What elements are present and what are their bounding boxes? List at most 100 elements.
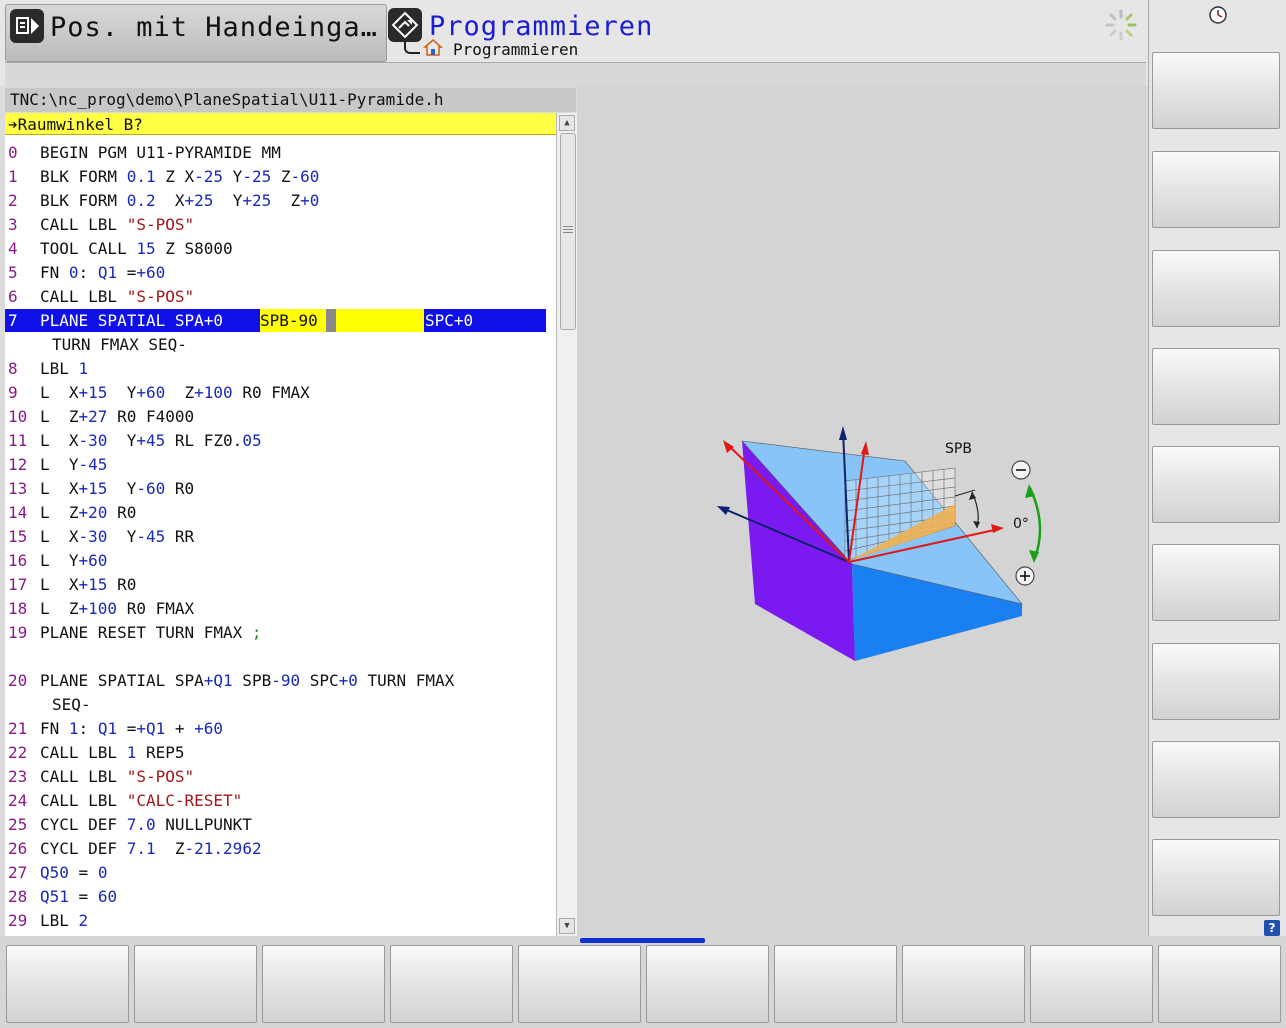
line-number: 6 [8, 287, 18, 306]
line-number: 7 [8, 311, 18, 330]
program-path: TNC:\nc_prog\demo\PlaneSpatial\U11-Pyram… [5, 88, 576, 112]
softkey-3[interactable] [262, 945, 385, 1023]
scroll-up-arrow-icon[interactable]: ▲ [559, 115, 575, 131]
program-line[interactable]: 26 CYCL DEF 7.1 Z-21.2962 [5, 837, 556, 861]
editor-scrollbar[interactable]: ▲ ▼ [556, 113, 577, 936]
softkey-10[interactable] [1158, 945, 1281, 1023]
help-icon[interactable]: ? [1264, 920, 1280, 936]
program-line[interactable]: 25 CYCL DEF 7.0 NULLPUNKT [5, 813, 556, 837]
line-number: 16 [8, 551, 28, 570]
program-line-continuation[interactable]: TURN FMAX SEQ- [5, 333, 556, 357]
line-code: PLANE RESET TURN FMAX ; [40, 623, 262, 642]
program-line[interactable]: 12 L Y-45 [5, 453, 556, 477]
line-code: CALL LBL "S-POS" [40, 215, 195, 234]
program-line[interactable]: 22 CALL LBL 1 REP5 [5, 741, 556, 765]
line-code: L X-30 Y+45 RL FZ0.05 [40, 431, 262, 450]
zoom-minus-button[interactable] [1011, 460, 1031, 480]
vertical-softkey-2[interactable] [1152, 151, 1280, 228]
line-number: 23 [8, 767, 28, 786]
header: Pos. mit Handeinga… Programmieren Progra… [0, 0, 1148, 87]
program-line[interactable]: 17 L X+15 R0 [5, 573, 556, 597]
program-line[interactable]: 3 CALL LBL "S-POS" [5, 213, 556, 237]
vertical-softkey-9[interactable] [1152, 839, 1280, 916]
program-line[interactable]: 28 Q51 = 60 [5, 885, 556, 909]
program-line[interactable]: 0 BEGIN PGM U11-PYRAMIDE MM [5, 141, 556, 165]
line-number: 21 [8, 719, 28, 738]
breadcrumb-programming[interactable]: Programmieren [453, 40, 578, 59]
line-code: CALL LBL "CALC-RESET" [40, 791, 243, 810]
softkey-6[interactable] [646, 945, 769, 1023]
program-line[interactable]: 1 BLK FORM 0.1 Z X-25 Y-25 Z-60 [5, 165, 556, 189]
vertical-softkey-bar: ? [1148, 0, 1286, 940]
rotation-arrow [1028, 487, 1042, 559]
softkey-4[interactable] [390, 945, 513, 1023]
program-line[interactable]: 27 Q50 = 0 [5, 861, 556, 885]
vertical-softkey-4[interactable] [1152, 348, 1280, 425]
program-line[interactable]: 29 LBL 2 [5, 909, 556, 933]
program-line[interactable]: 20 PLANE SPATIAL SPA+Q1 SPB-90 SPC+0 TURN… [5, 669, 556, 693]
program-line[interactable]: SEQ- [5, 693, 556, 717]
program-line[interactable]: 16 L Y+60 [5, 549, 556, 573]
line-code: L X-30 Y-45 RR [40, 527, 195, 546]
program-line[interactable]: 6 CALL LBL "S-POS" [5, 285, 556, 309]
softkey-7[interactable] [774, 945, 897, 1023]
plane-spatial-graphic: SPB 0° [577, 86, 1147, 936]
softkey-2[interactable] [134, 945, 257, 1023]
line-code: BLK FORM 0.1 Z X-25 Y-25 Z-60 [40, 167, 320, 186]
program-editor[interactable]: ➔Raumwinkel B? 0 BEGIN PGM U11-PYRAMIDE M… [5, 113, 556, 936]
line-code: PLANE SPATIAL SPA+Q1 SPB-90 SPC+0 TURN F… [40, 671, 455, 690]
line-code: CYCL DEF 7.0 NULLPUNKT [40, 815, 252, 834]
program-line[interactable]: 10 L Z+27 R0 F4000 [5, 405, 556, 429]
vertical-softkey-8[interactable] [1152, 741, 1280, 818]
program-line[interactable]: 23 CALL LBL "S-POS" [5, 765, 556, 789]
program-line[interactable]: 24 CALL LBL "CALC-RESET" [5, 789, 556, 813]
mode-icon [10, 9, 44, 43]
line-number: 19 [8, 623, 28, 642]
line-number: 28 [8, 887, 28, 906]
softkey-1[interactable] [6, 945, 129, 1023]
line-number: 20 [8, 671, 28, 690]
line-code: L Z+27 R0 F4000 [40, 407, 195, 426]
spb-axis-label: SPB [945, 441, 972, 457]
softkey-8[interactable] [902, 945, 1025, 1023]
vertical-softkey-5[interactable] [1152, 446, 1280, 523]
softkey-5[interactable] [518, 945, 641, 1023]
line-code: Q50 = 0 [40, 863, 108, 882]
program-line[interactable]: 19 PLANE RESET TURN FMAX ; [5, 621, 556, 645]
program-line[interactable]: 8 LBL 1 [5, 357, 556, 381]
line-code: LBL 2 [40, 911, 89, 930]
line-code: CALL LBL 1 REP5 [40, 743, 185, 762]
tab-mode-manual-positioning[interactable]: Pos. mit Handeinga… [5, 4, 387, 62]
line-number: 3 [8, 215, 18, 234]
spb-input-field[interactable]: SPB-90 [260, 309, 318, 333]
program-line[interactable]: 2 BLK FORM 0.2 X+25 Y+25 Z+0 [5, 189, 556, 213]
program-line[interactable]: 9 L X+15 Y+60 Z+100 R0 FMAX [5, 381, 556, 405]
softkey-9[interactable] [1030, 945, 1153, 1023]
program-line[interactable]: 13 L X+15 Y-60 R0 [5, 477, 556, 501]
line-number: 27 [8, 863, 28, 882]
program-line[interactable]: 5 FN 0: Q1 =+60 [5, 261, 556, 285]
line-number: 15 [8, 527, 28, 546]
line-number: 2 [8, 191, 18, 210]
scroll-down-arrow-icon[interactable]: ▼ [559, 918, 575, 934]
program-line-selected[interactable]: 7 PLANE SPATIAL SPA+0 SPB-90 SPC+0 [5, 309, 556, 333]
line-number: 0 [8, 143, 18, 162]
program-line[interactable]: 21 FN 1: Q1 =+Q1 + +60 [5, 717, 556, 741]
clock-icon [1208, 5, 1228, 25]
program-line[interactable]: 18 L Z+100 R0 FMAX [5, 597, 556, 621]
program-line[interactable]: 15 L X-30 Y-45 RR [5, 525, 556, 549]
scroll-thumb[interactable] [560, 133, 576, 330]
vertical-softkey-6[interactable] [1152, 544, 1280, 621]
vertical-softkey-3[interactable] [1152, 250, 1280, 327]
horizontal-softkey-bar [0, 936, 1286, 1028]
zoom-plus-button[interactable] [1015, 566, 1035, 586]
vertical-softkey-1[interactable] [1152, 52, 1280, 129]
line-code: TOOL CALL 15 Z S8000 [40, 239, 233, 258]
vertical-softkey-7[interactable] [1152, 643, 1280, 720]
program-line[interactable]: 11 L X-30 Y+45 RL FZ0.05 [5, 429, 556, 453]
line-number: 5 [8, 263, 18, 282]
program-line[interactable]: 14 L Z+20 R0 [5, 501, 556, 525]
tab-programming[interactable]: Programmieren Programmieren [386, 4, 1146, 60]
program-line[interactable]: 4 TOOL CALL 15 Z S8000 [5, 237, 556, 261]
